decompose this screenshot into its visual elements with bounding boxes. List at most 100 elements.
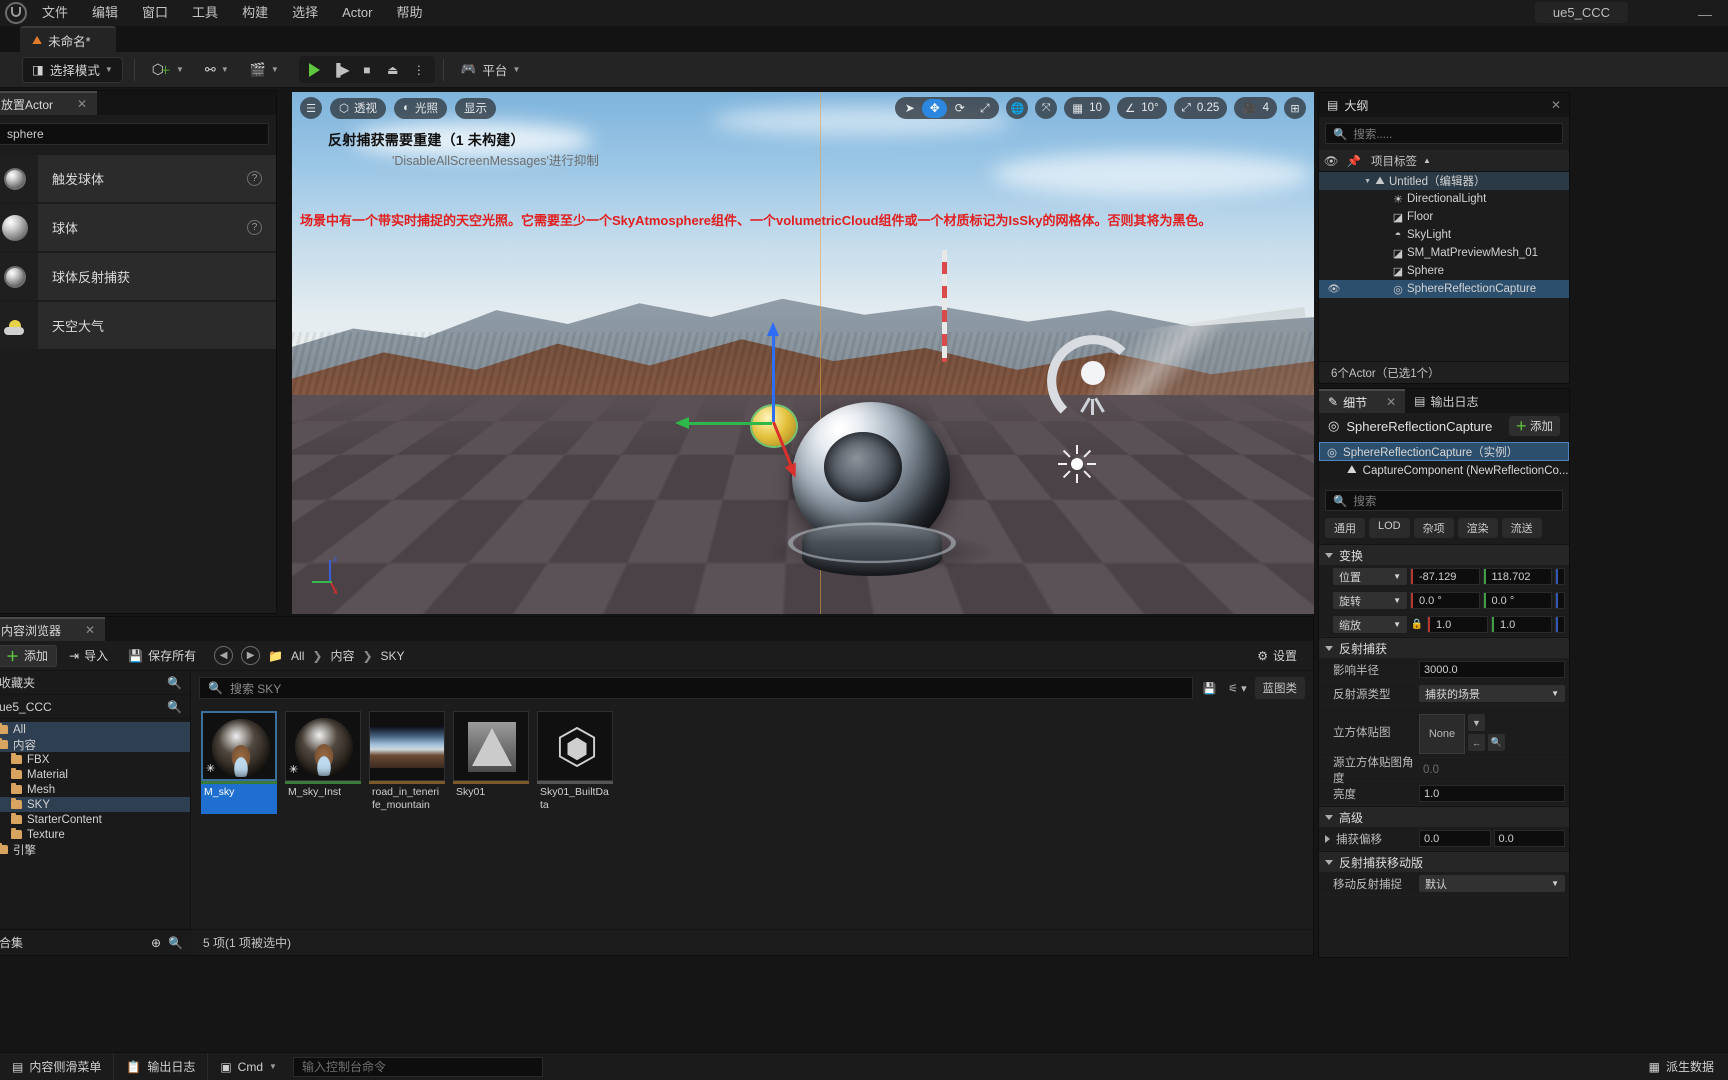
content-browser-settings-button[interactable]: ⚙ 设置 (1257, 647, 1307, 664)
search-icon[interactable]: 🔍 (168, 936, 183, 950)
hamburger-icon[interactable]: ☰ (300, 97, 322, 119)
filter-misc[interactable]: 杂项 (1413, 518, 1454, 538)
details-search-input[interactable]: 🔍 搜索 (1325, 490, 1563, 511)
tab-place-actors[interactable]: 放置Actor ✕ (0, 91, 98, 115)
level-tab[interactable]: ⛰ 未命名* (20, 26, 117, 52)
brightness-input[interactable]: 1.0 (1419, 785, 1565, 802)
save-all-button[interactable]: 💾 保存所有 (120, 645, 204, 667)
asset-tile-m-sky[interactable]: ✳ M_sky (201, 711, 277, 814)
breadcrumb-sky[interactable]: SKY (381, 649, 405, 663)
show-button[interactable]: 显示 (455, 97, 496, 119)
cubemap-dropdown-button[interactable]: ▼ (1468, 714, 1485, 731)
close-icon[interactable]: ✕ (1551, 98, 1561, 112)
rotation-y-input[interactable]: 0.0 ° (1482, 592, 1552, 609)
tree-item-all[interactable]: All (0, 722, 190, 737)
place-actor-item-trigger-sphere[interactable]: 触发球体 ? (0, 155, 276, 202)
influence-radius-input[interactable]: 3000.0 (1419, 661, 1565, 678)
component-row-capture[interactable]: ⛰ CaptureComponent (NewReflectionCo... (1319, 461, 1569, 480)
surface-snap-icon[interactable]: ⤧ (1035, 97, 1058, 119)
add-component-button[interactable]: ＋ 添加 (1508, 416, 1560, 436)
transform-gizmo[interactable] (675, 322, 796, 468)
blueprint-button[interactable]: ⚯ ▼ (196, 57, 238, 83)
tree-item-material[interactable]: Material (0, 767, 190, 782)
menu-help[interactable]: 帮助 (384, 0, 434, 26)
scale-dropdown[interactable]: 缩放 ▼ (1333, 616, 1407, 633)
menu-build[interactable]: 构建 (230, 0, 280, 26)
filter-icon[interactable]: ⚟ ▾ (1227, 677, 1249, 699)
eye-icon[interactable]: 👁 (1323, 284, 1345, 295)
section-mobility[interactable]: 反射捕获移动版 (1319, 851, 1569, 872)
outliner-row-spherereflectioncapture[interactable]: 👁 ◎ SphereReflectionCapture (1319, 280, 1569, 298)
outliner-row-sphere[interactable]: ◪ Sphere (1319, 262, 1569, 280)
perspective-button[interactable]: ⬡ 透视 (330, 97, 387, 119)
place-actors-search-input[interactable]: sphere (0, 123, 269, 145)
asset-tile-sky01[interactable]: Sky01 (453, 711, 529, 814)
scale-y-input[interactable]: 1.0 (1491, 616, 1552, 633)
import-button[interactable]: ⇥ 导入 (61, 645, 116, 667)
close-icon[interactable]: ✕ (1386, 395, 1396, 409)
viewport-layout-icon[interactable]: ⊞ (1284, 97, 1306, 119)
level-viewport[interactable]: 反射捕获需要重建（1 未构建） 'DisableAllScreenMessage… (292, 92, 1314, 614)
cubemap-use-selected-button[interactable]: ← (1468, 734, 1485, 751)
lighting-button[interactable]: ◐ 光照 (394, 97, 447, 119)
place-actor-item-sphere[interactable]: 球体 ? (0, 204, 276, 251)
cmd-selector[interactable]: ▣ Cmd ▼ (208, 1053, 289, 1080)
move-icon[interactable]: ✥ (922, 98, 948, 118)
tab-output-log[interactable]: ▤ 输出日志 (1405, 389, 1487, 413)
console-command-input[interactable]: 输入控制台命令 (292, 1056, 543, 1077)
scale-x-input[interactable]: 1.0 (1427, 616, 1488, 633)
place-actor-item-sphere-reflection-capture[interactable]: 球体反射捕获 (0, 253, 276, 300)
cubemap-thumbnail[interactable]: None (1419, 714, 1465, 754)
mobile-reflection-dropdown[interactable]: 默认 ▼ (1419, 875, 1565, 892)
rotation-z-input[interactable] (1555, 592, 1565, 609)
menu-edit[interactable]: 编辑 (80, 0, 130, 26)
cubemap-browse-button[interactable]: 🔍 (1488, 734, 1505, 751)
add-asset-button[interactable]: ＋ 添加 (0, 644, 58, 667)
location-x-input[interactable]: -87.129 (1410, 568, 1480, 585)
tree-item-sky[interactable]: SKY (0, 797, 190, 812)
section-advanced[interactable]: 高级 (1319, 806, 1569, 827)
help-icon[interactable]: ? (247, 220, 262, 235)
world-coords-icon[interactable]: 🌐 (1006, 97, 1029, 119)
outliner-row-level[interactable]: ▼ ⛰ Untitled（编辑器） (1319, 172, 1569, 190)
filter-streaming[interactable]: 流送 (1501, 518, 1542, 538)
component-row-root[interactable]: ◎ SphereReflectionCapture（实例） (1319, 442, 1569, 461)
close-icon[interactable]: ✕ (77, 97, 87, 111)
search-icon[interactable]: 🔍 (167, 676, 182, 690)
breadcrumb-all[interactable]: All (291, 649, 304, 663)
unreal-logo-icon[interactable] (2, 0, 30, 26)
tree-item-startercontent[interactable]: StarterContent (0, 812, 190, 827)
menu-actor[interactable]: Actor (330, 0, 384, 26)
rotate-icon[interactable]: ⟳ (947, 99, 972, 118)
search-icon[interactable]: 🔍 (167, 700, 182, 714)
gizmo-axis-y[interactable] (675, 417, 772, 429)
outliner-row-sm-matpreviewmesh[interactable]: ◪ SM_MatPreviewMesh_01 (1319, 244, 1569, 262)
close-icon[interactable]: ✕ (85, 623, 95, 637)
select-mode-button[interactable]: ◨ 选择模式 ▼ (22, 56, 123, 83)
skip-button[interactable]: ▐▶ (328, 57, 354, 82)
add-actor-button[interactable]: ⬡ ＋ ▼ (143, 57, 193, 83)
reflection-source-dropdown[interactable]: 捕获的场景 ▼ (1419, 685, 1565, 702)
tree-item-fbx[interactable]: FBX (0, 752, 190, 767)
outliner-search-input[interactable]: 🔍 搜索..... (1325, 123, 1563, 144)
rotation-dropdown[interactable]: 旋转 ▼ (1333, 592, 1407, 609)
tree-item-mesh[interactable]: Mesh (0, 782, 190, 797)
lock-icon[interactable]: 🔒 (1410, 619, 1424, 630)
scale-icon[interactable]: ⤢ (972, 99, 997, 118)
pin-icon[interactable]: 📌 (1343, 154, 1365, 168)
filter-render[interactable]: 渲染 (1457, 518, 1498, 538)
scale-z-input[interactable] (1555, 616, 1565, 633)
output-log-button[interactable]: 📋 输出日志 (114, 1052, 209, 1080)
forward-arrow-icon[interactable]: ▶ (241, 646, 261, 665)
capture-offset-x-input[interactable]: 0.0 (1419, 830, 1491, 847)
play-button[interactable] (302, 57, 328, 82)
asset-tile-m-sky-inst[interactable]: ✳ M_sky_Inst (285, 711, 361, 814)
angle-snap-control[interactable]: ∠ 10° (1116, 97, 1167, 119)
menu-window[interactable]: 窗口 (130, 0, 180, 26)
outliner-row-floor[interactable]: ◪ Floor (1319, 208, 1569, 226)
camera-speed-control[interactable]: 🎥 4 (1234, 97, 1277, 119)
location-dropdown[interactable]: 位置 ▼ (1333, 568, 1407, 585)
tree-item-texture[interactable]: Texture (0, 827, 190, 842)
menu-tools[interactable]: 工具 (180, 0, 230, 26)
save-search-icon[interactable]: 💾 (1199, 677, 1221, 699)
